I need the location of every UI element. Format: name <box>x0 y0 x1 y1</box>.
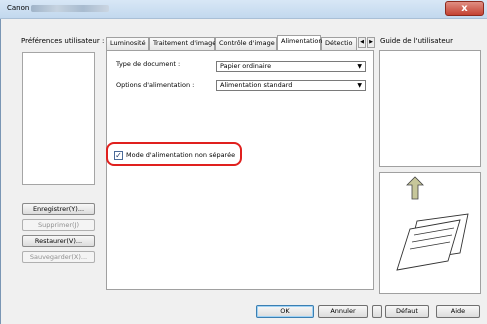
chevron-down-icon: ▼ <box>357 63 362 70</box>
feed-illustration-box <box>379 172 481 294</box>
paper-sheet-front <box>396 219 461 271</box>
apply-button[interactable]: Appliquer <box>372 305 382 318</box>
feed-options-label: Options d'alimentation : <box>116 81 195 89</box>
paper-feed-illustration <box>396 176 469 271</box>
save-button[interactable]: Enregistrer(Y)... <box>22 203 95 215</box>
tab-scroll-right-icon[interactable]: ▶ <box>367 37 375 48</box>
window-title-text: Canon <box>7 4 30 12</box>
default-button[interactable]: Défaut <box>385 305 429 318</box>
cancel-button[interactable]: Annuler <box>318 305 368 318</box>
feed-options-select[interactable]: Alimentation standard ▼ <box>216 80 366 91</box>
tab-luminosite[interactable]: Luminosité <box>106 37 149 50</box>
tab-detection[interactable]: Détectio <box>321 37 357 50</box>
close-button[interactable]: x <box>445 1 484 16</box>
user-preferences-list[interactable] <box>22 52 95 185</box>
chevron-down-icon: ▼ <box>357 82 362 89</box>
doc-type-select[interactable]: Papier ordinaire ▼ <box>216 61 366 72</box>
ok-button[interactable]: OK <box>256 305 314 318</box>
user-preferences-label: Préférences utilisateur : <box>21 37 105 45</box>
close-icon: x <box>461 3 468 14</box>
non-separated-feed-label: Mode d'alimentation non séparée <box>126 151 236 159</box>
restore-button[interactable]: Restaurer(V)... <box>22 235 95 247</box>
tab-traitement-image[interactable]: Traitement d'image <box>149 37 216 50</box>
window-title: Canon <box>7 4 110 12</box>
title-bar: Canon x <box>0 0 487 19</box>
feed-options-value: Alimentation standard <box>220 81 293 89</box>
blurred-model-name <box>31 4 110 12</box>
tab-alimentation[interactable]: Alimentation <box>277 35 323 50</box>
doc-type-label: Type de document : <box>116 60 181 68</box>
arrow-up-icon <box>406 176 424 200</box>
user-guide-area <box>379 50 481 167</box>
non-separated-feed-checkbox[interactable]: ✓ <box>114 151 123 160</box>
tab-scroll-left-icon[interactable]: ◀ <box>358 37 366 48</box>
help-button[interactable]: Aide <box>436 305 480 318</box>
delete-button[interactable]: Supprimer(J) <box>22 219 95 231</box>
user-guide-label: Guide de l'utilisateur <box>380 37 453 45</box>
backup-button[interactable]: Sauvegarder(X)... <box>22 251 95 263</box>
doc-type-value: Papier ordinaire <box>220 62 272 70</box>
tab-controle-image[interactable]: Contrôle d'image <box>215 37 277 50</box>
